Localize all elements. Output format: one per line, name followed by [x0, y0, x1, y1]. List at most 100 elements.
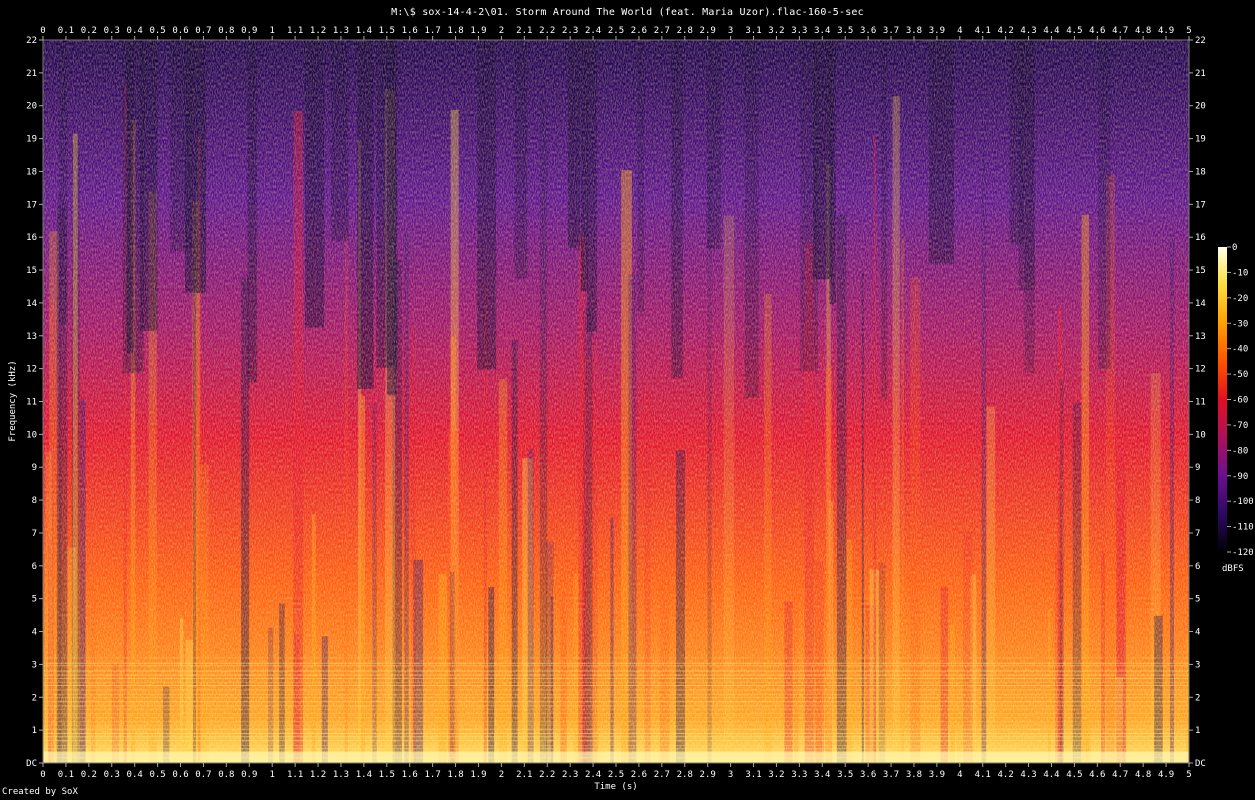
colorbar-tick-label: -60: [1232, 396, 1248, 406]
x-tick-label-bottom: 3.8: [906, 770, 922, 780]
x-tick-label-top: 0.3: [104, 26, 120, 36]
x-tick-label-top: 2.4: [585, 26, 601, 36]
colorbar-tick-label: 0: [1232, 243, 1237, 253]
x-tick-label-bottom: 3.2: [768, 770, 784, 780]
colorbar-gradient: [1218, 247, 1227, 552]
x-tick-label-top: 0: [40, 26, 45, 36]
x-axis-title: Time (s): [594, 782, 637, 792]
x-tick-label-bottom: 3.3: [791, 770, 807, 780]
x-tick-label-top: 4.2: [998, 26, 1014, 36]
x-tick-label-bottom: 1.8: [447, 770, 463, 780]
x-tick-label-bottom: 2.8: [677, 770, 693, 780]
colorbar-tick-label: -20: [1232, 294, 1248, 304]
x-tick-label-top: 4.8: [1135, 26, 1151, 36]
x-tick-label-bottom: 2.1: [516, 770, 532, 780]
x-tick-label-bottom: 1.6: [402, 770, 418, 780]
x-tick-label-bottom: 4.1: [975, 770, 991, 780]
y-tick-label-right: 15: [1195, 266, 1206, 276]
x-tick-label-bottom: 1.3: [333, 770, 349, 780]
x-tick-label-bottom: 1: [269, 770, 274, 780]
colorbar-tick-label: -50: [1232, 370, 1248, 380]
x-tick-label-top: 4.7: [1112, 26, 1128, 36]
x-tick-label-top: 1.5: [379, 26, 395, 36]
y-tick-label-right: 12: [1195, 365, 1206, 375]
y-tick-label-left: 6: [32, 562, 37, 572]
y-tick-label-right: 11: [1195, 398, 1206, 408]
y-tick-label-left: 5: [32, 595, 37, 605]
x-tick-label-top: 2.3: [562, 26, 578, 36]
x-tick-label-top: 3.1: [745, 26, 761, 36]
y-tick-label-right: 20: [1195, 102, 1206, 112]
x-tick-label-top: 5: [1186, 26, 1191, 36]
x-tick-label-top: 3.2: [768, 26, 784, 36]
x-tick-label-top: 3: [728, 26, 733, 36]
x-tick-label-bottom: 0.9: [241, 770, 257, 780]
y-tick-label-left: 20: [26, 102, 37, 112]
y-tick-label-left: 15: [26, 266, 37, 276]
y-axis-title: Frequency (kHz): [8, 360, 18, 441]
y-tick-label-right: 5: [1195, 595, 1200, 605]
x-tick-label-top: 4.1: [975, 26, 991, 36]
x-tick-label-bottom: 3.6: [860, 770, 876, 780]
x-tick-label-bottom: 2.3: [562, 770, 578, 780]
colorbar-tick-label: -10: [1232, 268, 1248, 278]
y-tick-label-left: 1: [32, 726, 37, 736]
y-tick-label-left: 22: [26, 36, 37, 46]
y-tick-label-right: 6: [1195, 562, 1200, 572]
y-tick-label-left: 14: [26, 299, 37, 309]
x-tick-label-bottom: 2.5: [608, 770, 624, 780]
y-tick-label-right: 16: [1195, 233, 1206, 243]
x-tick-label-top: 2.2: [539, 26, 555, 36]
x-tick-label-top: 3.5: [837, 26, 853, 36]
y-tick-label-left: 19: [26, 135, 37, 145]
x-tick-label-bottom: 0.3: [104, 770, 120, 780]
y-tick-label-left: 3: [32, 660, 37, 670]
x-tick-label-bottom: 3.4: [814, 770, 830, 780]
x-tick-label-bottom: 0.1: [58, 770, 74, 780]
x-tick-label-top: 2.1: [516, 26, 532, 36]
y-tick-label-left: DC: [26, 759, 37, 769]
x-tick-label-top: 3.8: [906, 26, 922, 36]
x-tick-label-top: 1.7: [425, 26, 441, 36]
x-tick-label-bottom: 0.5: [149, 770, 165, 780]
colorbar-tick-label: -70: [1232, 421, 1248, 431]
y-tick-label-left: 17: [26, 200, 37, 210]
x-tick-label-bottom: 1.7: [425, 770, 441, 780]
x-tick-label-bottom: 3.5: [837, 770, 853, 780]
y-tick-label-left: 11: [26, 398, 37, 408]
x-tick-label-top: 2.6: [631, 26, 647, 36]
colorbar-tick-label: -30: [1232, 319, 1248, 329]
x-tick-label-top: 2.8: [677, 26, 693, 36]
x-tick-label-bottom: 4.4: [1043, 770, 1059, 780]
y-tick-label-left: 16: [26, 233, 37, 243]
x-tick-label-top: 1.6: [402, 26, 418, 36]
x-tick-label-top: 0.5: [149, 26, 165, 36]
y-tick-label-left: 13: [26, 332, 37, 342]
colorbar-tick-label: -80: [1232, 446, 1248, 456]
x-tick-label-top: 4.4: [1043, 26, 1059, 36]
x-tick-label-bottom: 4.5: [1066, 770, 1082, 780]
y-tick-label-right: 17: [1195, 200, 1206, 210]
x-tick-label-bottom: 0.7: [195, 770, 211, 780]
colorbar-tick-label: -120: [1232, 548, 1254, 558]
x-tick-label-top: 1.1: [287, 26, 303, 36]
x-tick-label-top: 3.6: [860, 26, 876, 36]
y-axis-right: DC12345678910111213141516171819202122: [1189, 36, 1206, 769]
y-tick-label-right: 13: [1195, 332, 1206, 342]
y-tick-label-right: 2: [1195, 693, 1200, 703]
y-tick-label-left: 2: [32, 693, 37, 703]
y-tick-label-right: 8: [1195, 496, 1200, 506]
x-tick-label-bottom: 1.2: [310, 770, 326, 780]
x-tick-label-top: 1.4: [356, 26, 372, 36]
y-tick-label-left: 12: [26, 365, 37, 375]
spectrogram-plot-area: [43, 40, 1189, 763]
x-tick-label-top: 3.9: [929, 26, 945, 36]
colorbar-tick-label: -110: [1232, 523, 1254, 533]
y-tick-label-right: 18: [1195, 167, 1206, 177]
y-tick-label-left: 4: [32, 628, 37, 638]
y-tick-label-right: 14: [1195, 299, 1206, 309]
x-tick-label-top: 4.6: [1089, 26, 1105, 36]
x-tick-label-bottom: 4.6: [1089, 770, 1105, 780]
colorbar-tick-label: -90: [1232, 472, 1248, 482]
x-tick-label-bottom: 4.3: [1020, 770, 1036, 780]
